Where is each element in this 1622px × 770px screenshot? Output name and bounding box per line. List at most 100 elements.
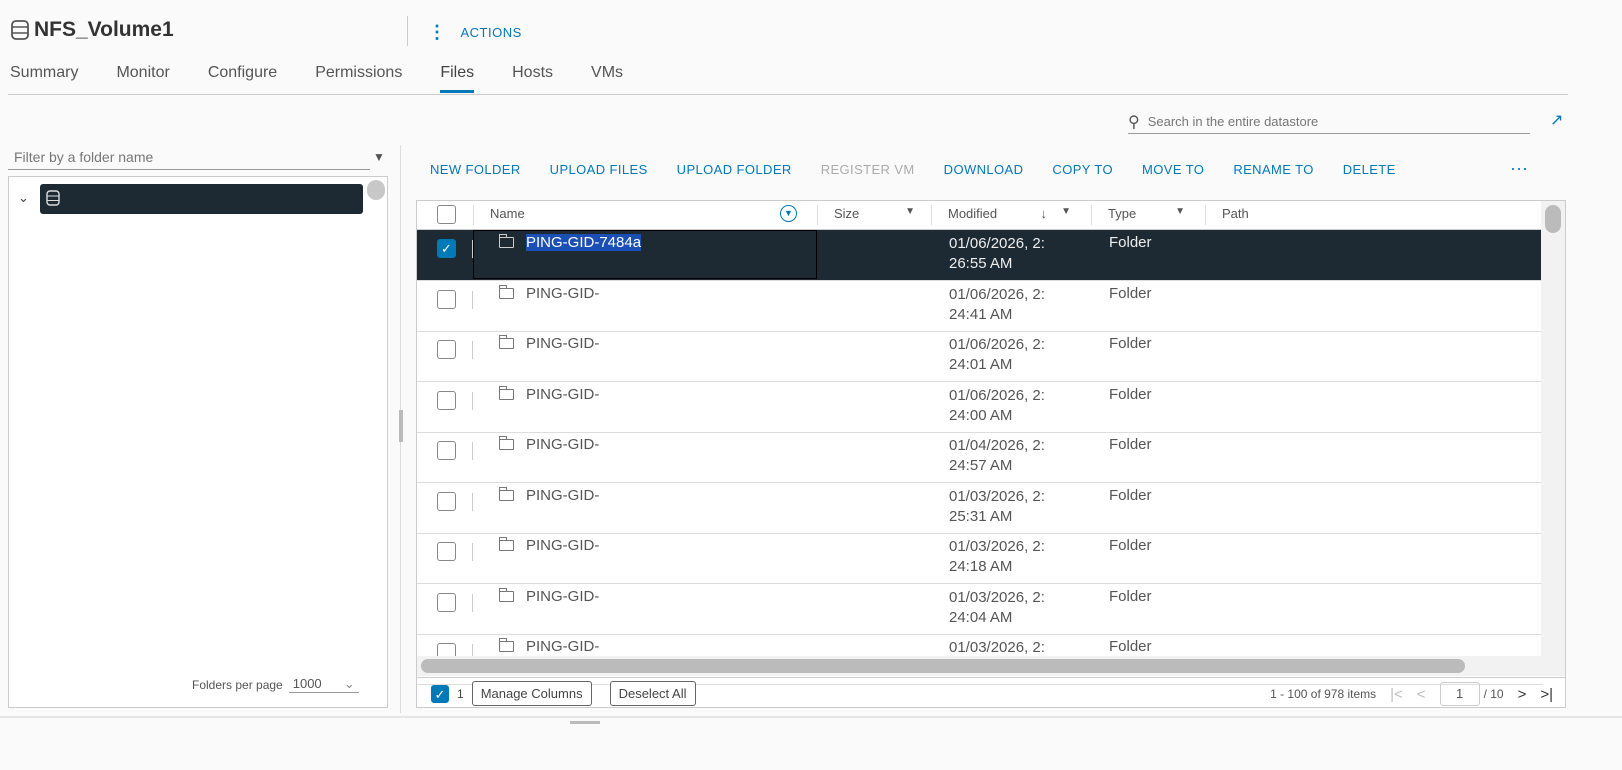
selection-checkbox[interactable]: ✓ (431, 684, 449, 703)
table-row[interactable]: PING-GID- 01/06/2026, 2: 24:41 AM Folder (417, 281, 1543, 332)
table-row[interactable]: PING-GID- 01/06/2026, 2: 24:01 AM Folder (417, 331, 1543, 382)
table-row[interactable]: PING-GID- 01/04/2026, 2: 24:57 AM Folder (417, 432, 1543, 483)
folder-name[interactable]: PING-GID- (526, 537, 599, 554)
vertical-scrollbar[interactable] (1541, 201, 1565, 676)
tab-vms[interactable]: VMs (591, 64, 623, 93)
search-placeholder: Search in the entire datastore (1147, 114, 1319, 129)
page-title: NFS_Volume1 (10, 18, 174, 42)
filter-active-icon[interactable]: ▼ (780, 205, 797, 222)
upload-files-button[interactable]: UPLOAD FILES (550, 162, 648, 177)
type-cell: Folder (1109, 587, 1152, 605)
file-toolbar: NEW FOLDER UPLOAD FILES UPLOAD FOLDER RE… (430, 162, 1425, 177)
tab-monitor[interactable]: Monitor (116, 64, 169, 93)
column-path[interactable]: Path (1205, 205, 1543, 225)
column-size[interactable]: Size ▼ (817, 205, 931, 225)
folder-name[interactable]: PING-GID- (526, 588, 599, 605)
folder-filter-input[interactable]: Filter by a folder name (8, 146, 370, 170)
table-row[interactable]: PING-GID- 01/03/2026, 2: 24:04 AM Folder (417, 584, 1543, 635)
chevron-down-icon[interactable]: ⌄ (18, 190, 29, 206)
table-row[interactable]: PING-GID- 01/03/2026, 2: 25:31 AM Folder (417, 483, 1543, 534)
row-checkbox[interactable] (437, 441, 456, 460)
column-type[interactable]: Type ▼ (1091, 205, 1205, 225)
next-page-icon[interactable]: > (1518, 686, 1527, 703)
modified-date: 01/06/2026, 2: (949, 285, 1045, 303)
row-checkbox[interactable] (437, 592, 456, 612)
column-modified[interactable]: Modified ↓ ▼ (931, 205, 1091, 225)
more-icon[interactable]: ··· (1510, 158, 1528, 179)
delete-button[interactable]: DELETE (1343, 162, 1396, 177)
folder-name[interactable]: PING-GID- (526, 386, 599, 403)
scrollbar-thumb[interactable] (1545, 205, 1561, 233)
name-cell: PING-GID- (483, 584, 599, 634)
new-folder-button[interactable]: NEW FOLDER (430, 162, 521, 177)
tab-summary[interactable]: Summary (10, 64, 78, 93)
modified-time: 24:00 AM (949, 406, 1013, 424)
datastore-search-input[interactable]: ⚲ Search in the entire datastore (1128, 110, 1530, 134)
type-cell: Folder (1109, 537, 1152, 554)
table-row[interactable]: ✓ PING-GID-7484a 01/06/2026, 2: 26:55 AM … (417, 230, 1543, 281)
page-input[interactable]: 1 (1439, 682, 1480, 706)
modified-cell: 01/06/2026, 2: 24:00 AM (933, 382, 1045, 432)
tab-permissions[interactable]: Permissions (315, 64, 402, 93)
filter-icon[interactable]: ▼ (373, 150, 385, 164)
select-all-checkbox[interactable] (437, 205, 456, 224)
tab-files[interactable]: Files (440, 64, 475, 93)
folder-name[interactable]: PING-GID- (526, 285, 599, 302)
last-page-icon[interactable]: >| (1540, 686, 1553, 703)
tab-configure[interactable]: Configure (208, 64, 277, 93)
download-button[interactable]: DOWNLOAD (944, 162, 1024, 177)
folder-name[interactable]: PING-GID- (526, 638, 599, 655)
filter-icon[interactable]: ▼ (1175, 206, 1185, 217)
folder-name[interactable]: PING-GID- (526, 335, 599, 352)
table-row[interactable]: PING-GID- 01/06/2026, 2: 24:00 AM Folder (417, 382, 1543, 433)
name-cell: PING-GID-7484a (483, 230, 642, 280)
row-checkbox[interactable] (437, 542, 456, 561)
row-checkbox[interactable]: ✓ (437, 239, 456, 258)
first-page-icon[interactable]: |< (1390, 686, 1403, 703)
resize-handle[interactable] (399, 410, 403, 442)
column-name[interactable]: Name ▼ (473, 205, 817, 225)
table-row[interactable]: PING-GID- 01/03/2026, 2: 24:18 AM Folder (417, 533, 1543, 584)
row-checkbox[interactable] (437, 289, 456, 309)
upload-folder-button[interactable]: UPLOAD FOLDER (677, 162, 792, 177)
actions-label: ACTIONS (460, 25, 522, 40)
horizontal-scrollbar[interactable] (417, 656, 1543, 676)
tab-bar: Summary Monitor Configure Permissions Fi… (10, 64, 661, 93)
filter-icon[interactable]: ▼ (905, 206, 915, 217)
selected-count: 1 (457, 686, 464, 701)
row-checkbox[interactable] (437, 491, 456, 511)
grid-header: Name ▼ Size ▼ Modified ↓ ▼ Type ▼ Path (417, 201, 1543, 230)
folders-per-page-select[interactable]: 1000 ⌄ (288, 676, 359, 693)
column-separator (472, 492, 473, 511)
modified-date: 01/06/2026, 2: (949, 336, 1045, 353)
register-vm-button[interactable]: REGISTER VM (821, 162, 915, 177)
type-cell: Folder (1109, 284, 1152, 302)
move-to-button[interactable]: MOVE TO (1142, 162, 1204, 177)
divider (407, 16, 408, 46)
copy-to-button[interactable]: COPY TO (1052, 162, 1113, 177)
name-cell: PING-GID- (483, 483, 599, 533)
filter-icon[interactable]: ▼ (1061, 206, 1071, 217)
rename-to-button[interactable]: RENAME TO (1233, 162, 1313, 177)
folders-per-page-value: 1000 (292, 676, 322, 691)
manage-columns-button[interactable]: Manage Columns (471, 681, 592, 706)
tab-hosts[interactable]: Hosts (512, 64, 553, 93)
row-checkbox[interactable] (437, 340, 456, 359)
folder-name[interactable]: PING-GID- (526, 487, 599, 504)
folder-icon (499, 486, 514, 501)
row-checkbox[interactable] (437, 390, 456, 410)
tree-item-datastore[interactable] (40, 184, 363, 214)
sort-desc-icon[interactable]: ↓ (1041, 206, 1048, 221)
name-cell: PING-GID- (483, 331, 599, 381)
name-edit-text[interactable]: PING-GID-7484a (526, 234, 642, 251)
type-cell: Folder (1109, 436, 1152, 453)
resize-grip[interactable] (570, 721, 600, 724)
scrollbar-thumb[interactable] (421, 659, 1465, 673)
folder-name[interactable]: PING-GID- (526, 436, 599, 453)
column-modified-label: Modified (948, 206, 998, 221)
prev-page-icon[interactable]: < (1417, 686, 1426, 703)
actions-button[interactable]: ⋮ ACTIONS (428, 22, 522, 43)
external-link-icon[interactable]: ↗ (1550, 110, 1563, 130)
tree-scrollbar[interactable] (367, 180, 385, 200)
deselect-all-button[interactable]: Deselect All (609, 681, 696, 706)
